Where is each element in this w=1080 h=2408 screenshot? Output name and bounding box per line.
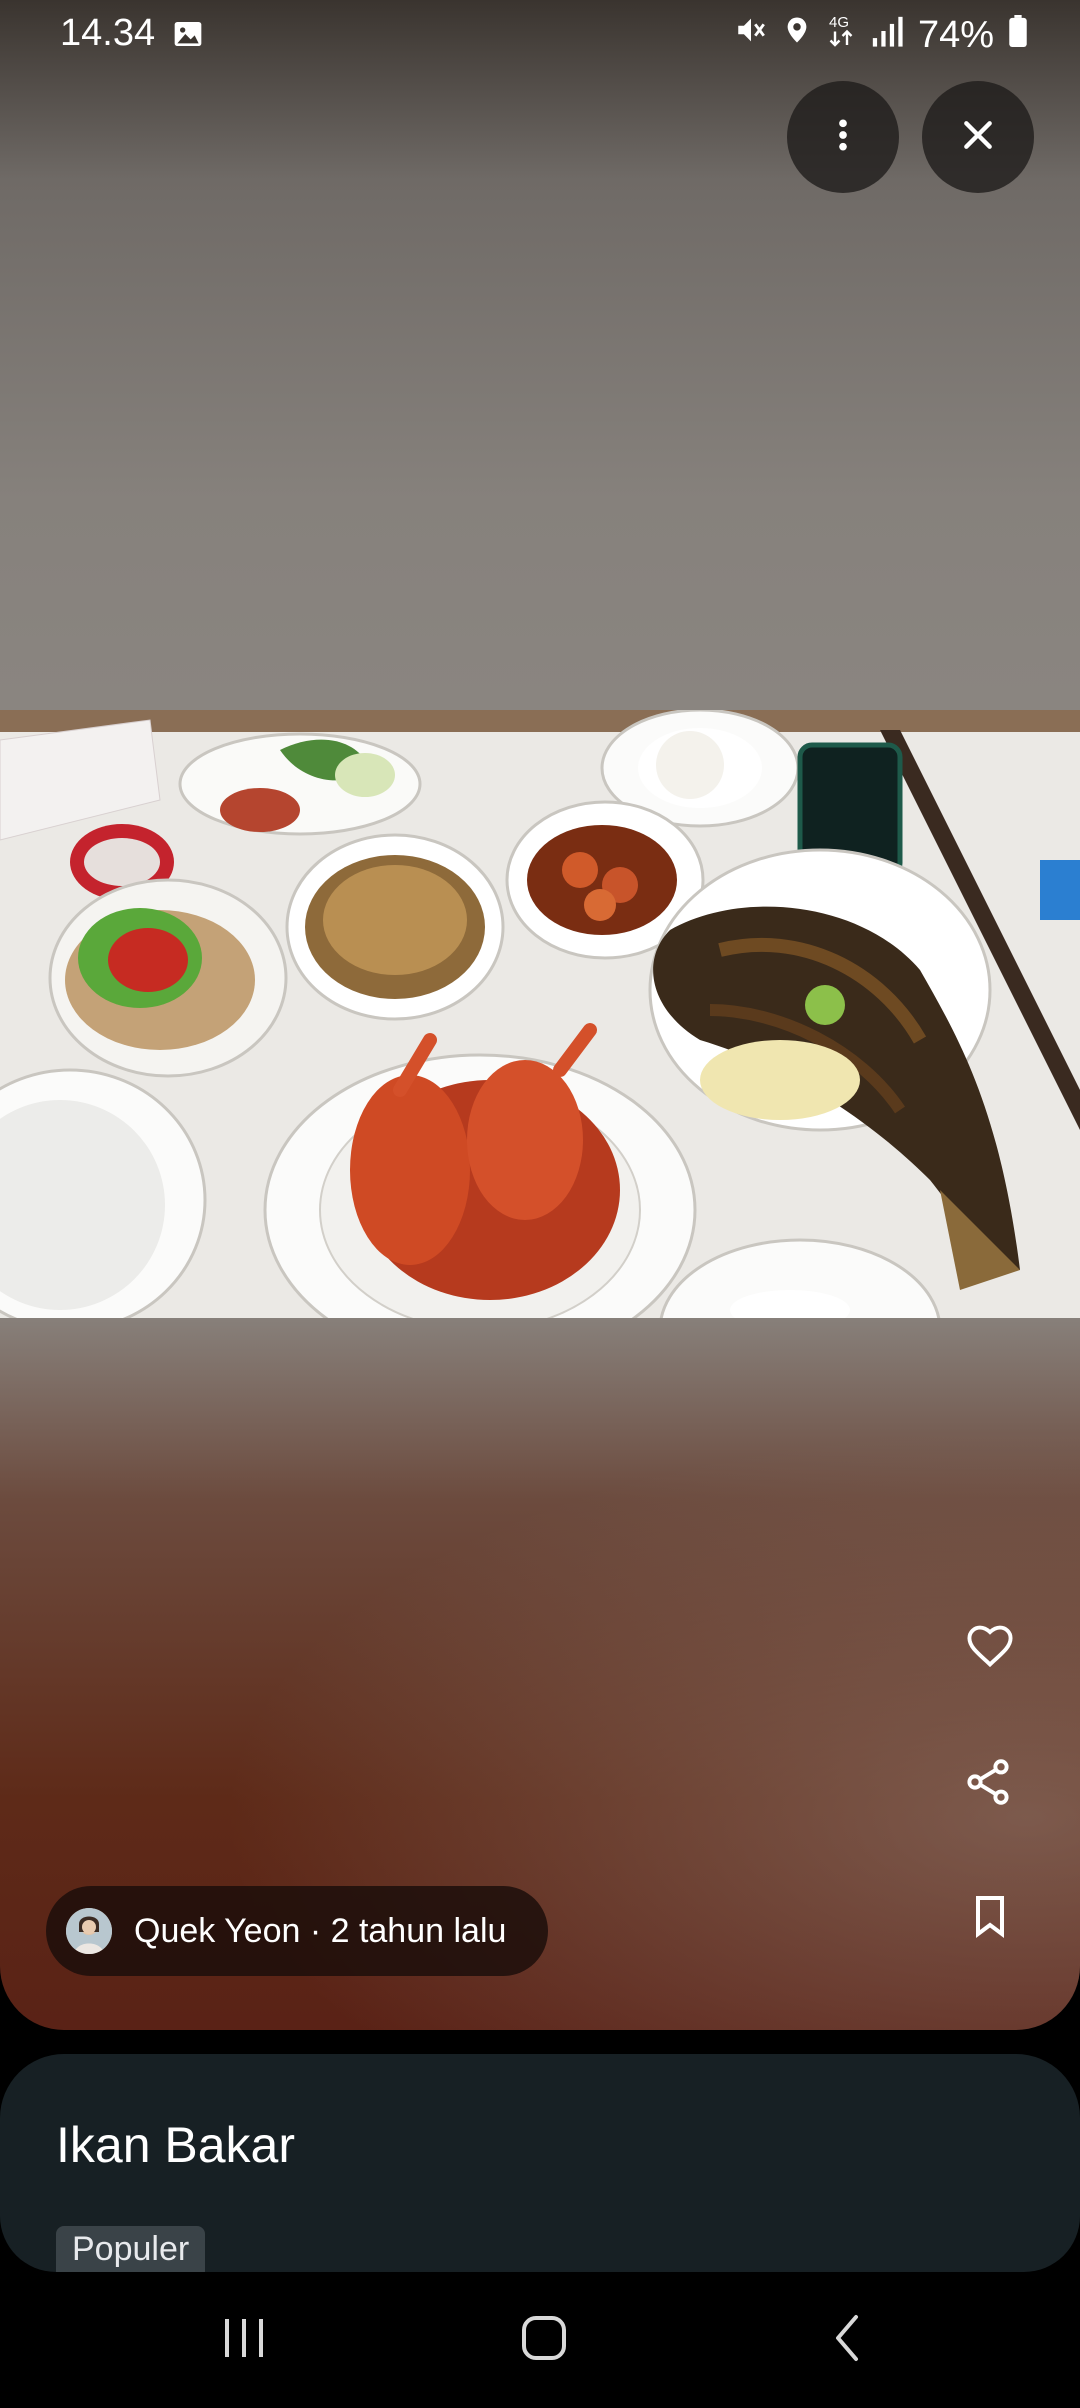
heart-icon: [964, 1620, 1016, 1677]
more-vert-icon: [823, 115, 863, 160]
save-button[interactable]: [954, 1882, 1026, 1954]
gallery-icon: [172, 18, 204, 55]
battery-icon: [1008, 14, 1028, 57]
author-chip[interactable]: Quek Yeon · 2 tahun lalu: [46, 1886, 548, 1976]
navigation-bar: [0, 2272, 1080, 2408]
popular-badge: Populer: [56, 2226, 206, 2272]
bookmark-icon: [966, 1890, 1014, 1947]
status-icons: 4G 74%: [734, 12, 1028, 58]
signal-icon: [870, 14, 904, 57]
more-options-button[interactable]: [787, 81, 899, 193]
details-sheet[interactable]: Ikan Bakar Populer: [0, 2054, 1080, 2272]
status-bar: 14.34 4G 74%: [0, 0, 1080, 72]
svg-text:4G: 4G: [829, 14, 849, 31]
status-time: 14.34: [60, 12, 156, 54]
mute-icon: [734, 13, 768, 57]
recents-button[interactable]: [204, 2300, 284, 2380]
share-icon: [962, 1756, 1014, 1813]
photo-viewer: 14.34 4G 74% Quek Yeon · 2 tahun lalu: [0, 0, 1080, 2030]
avatar: [66, 1908, 112, 1954]
share-button[interactable]: [952, 1748, 1024, 1820]
recents-icon: [219, 2315, 269, 2366]
home-icon: [519, 2313, 569, 2368]
close-button[interactable]: [922, 81, 1034, 193]
like-button[interactable]: [954, 1612, 1026, 1684]
author-meta: Quek Yeon · 2 tahun lalu: [134, 1911, 507, 1950]
4g-icon: 4G: [826, 12, 856, 58]
food-photo[interactable]: [0, 710, 1080, 1318]
back-button[interactable]: [808, 2300, 888, 2380]
battery-percent: 74%: [917, 13, 994, 56]
close-icon: [958, 115, 998, 160]
location-icon: [782, 13, 812, 57]
dish-title: Ikan Bakar: [56, 2117, 296, 2173]
home-button[interactable]: [504, 2300, 584, 2380]
back-icon: [828, 2313, 868, 2368]
